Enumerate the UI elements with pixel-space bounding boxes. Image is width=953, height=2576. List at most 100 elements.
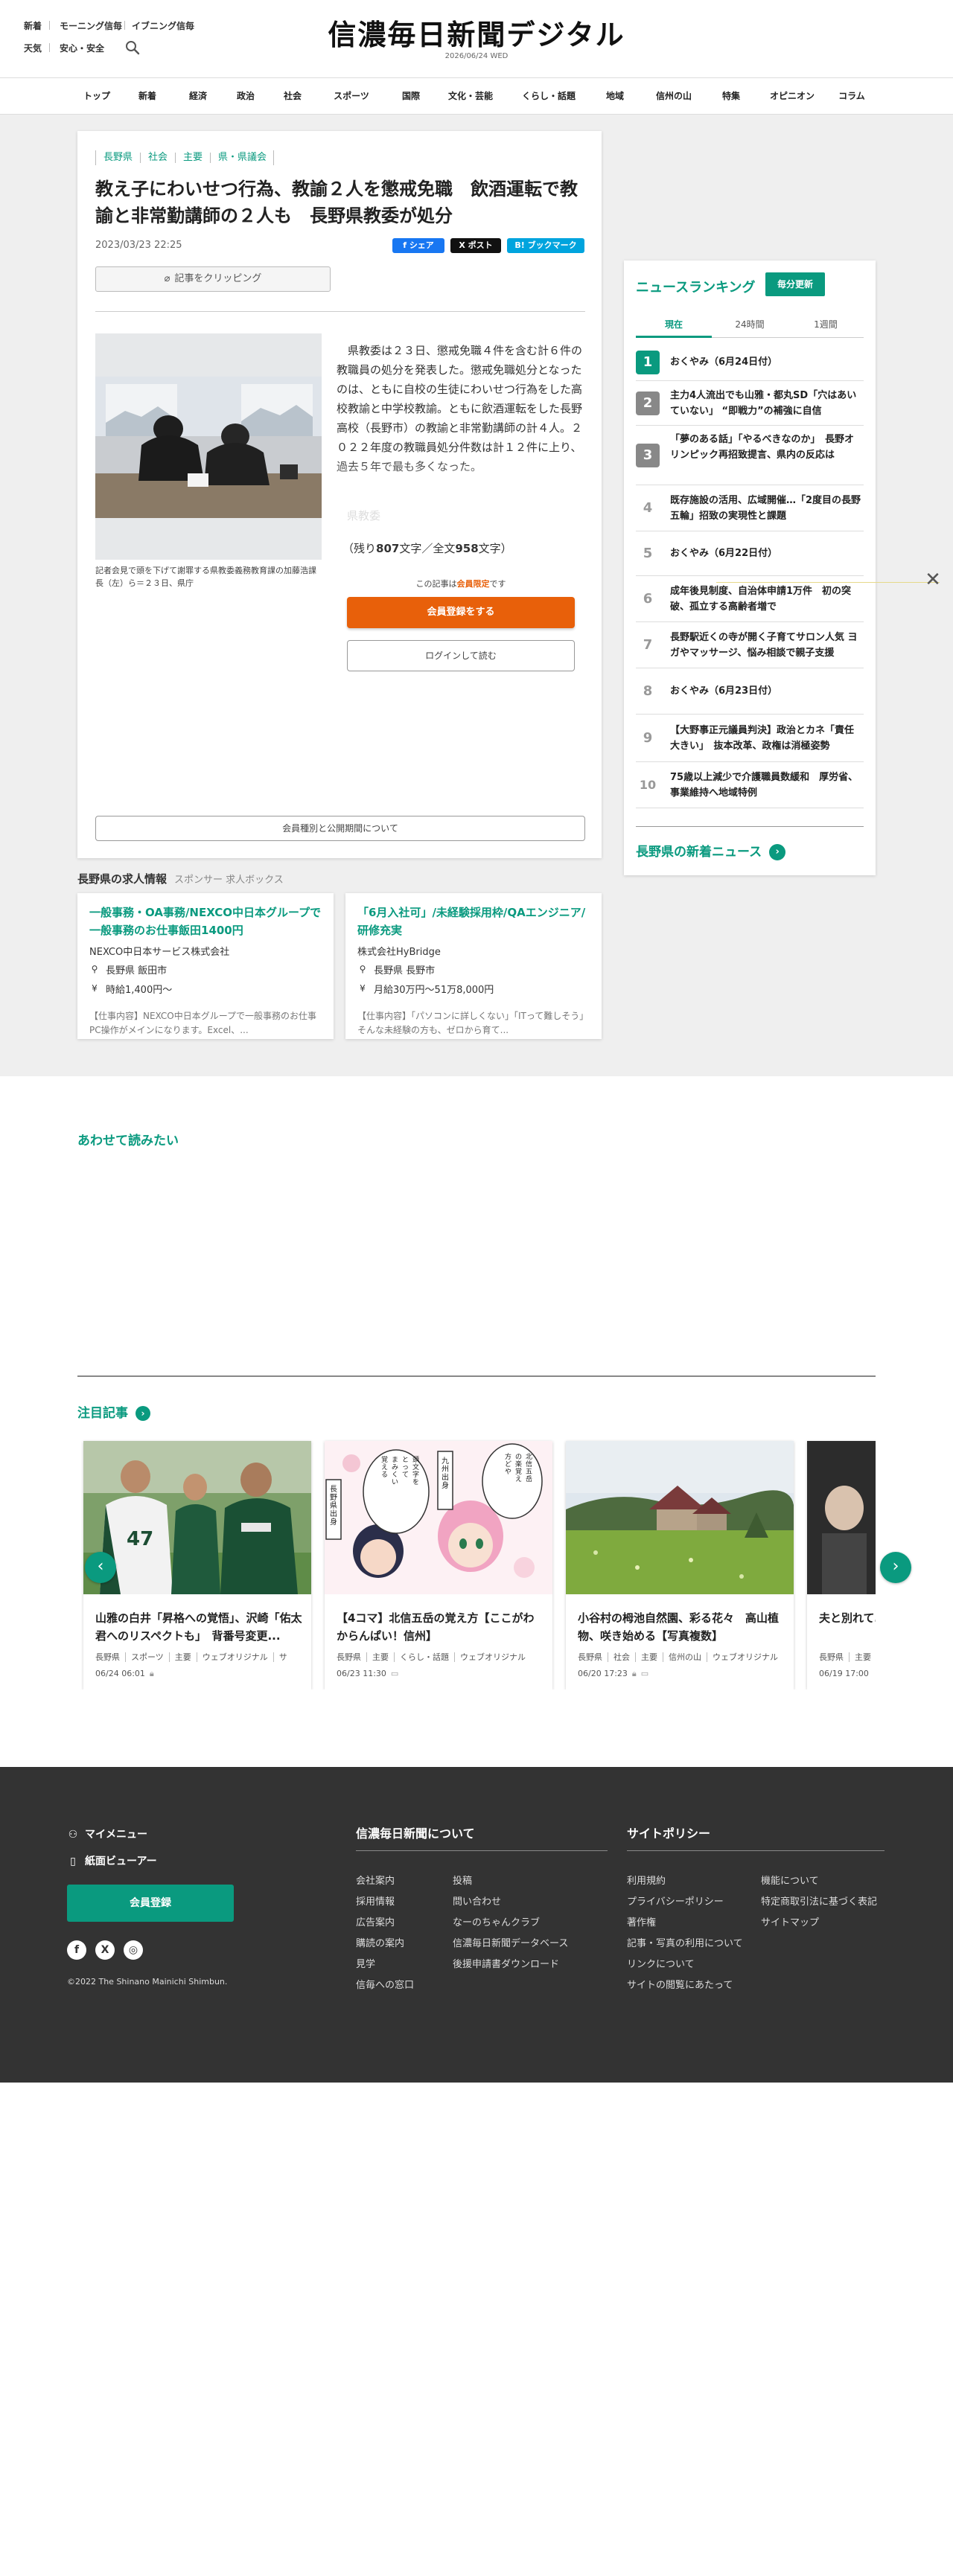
tag[interactable]: くらし・話題 [394, 1652, 454, 1662]
header-separator [124, 21, 125, 30]
footer-link[interactable]: 会社案内 [356, 1873, 395, 1887]
tag[interactable]: 長野県 [819, 1652, 849, 1662]
tag[interactable]: 主要 [168, 1652, 197, 1662]
tag[interactable]: 長野県 [337, 1652, 366, 1662]
footer-link[interactable]: 信濃毎日新聞データベース [453, 1935, 568, 1949]
footer-link[interactable]: 広告案内 [356, 1914, 395, 1928]
footer-link[interactable]: 購読の案内 [356, 1935, 404, 1949]
nav-item-sports[interactable]: スポーツ [323, 78, 380, 114]
footer-link[interactable]: サイトマップ [761, 1914, 819, 1928]
footer-register-button[interactable]: 会員登録 [67, 1885, 234, 1922]
x-icon[interactable]: X [95, 1940, 115, 1960]
ranking-item[interactable]: 7 長野駅近くの寺が開く子育てサロン人気 ヨガやマッサージ、悩み相談で親子支援 [636, 622, 864, 668]
tag[interactable]: 主要 [366, 1652, 394, 1662]
nav-item-region[interactable]: 地域 [596, 78, 634, 114]
breadcrumb-nagano[interactable]: 長野県 [95, 153, 140, 163]
tab-ranking-week[interactable]: 1週間 [788, 311, 864, 338]
tag[interactable]: 長野県 [578, 1652, 608, 1662]
header-link-safety[interactable]: 安心・安全 [60, 42, 104, 54]
ranking-item[interactable]: 2 主力4人流出でも山雅・都丸SD「穴はあいていない」 “即戦力”の補強に自信 [636, 381, 864, 426]
tag[interactable]: 長野県 [95, 1652, 125, 1662]
footer-link[interactable]: なーのちゃんクラブ [453, 1914, 540, 1928]
nav-item-economy[interactable]: 経済 [179, 78, 217, 114]
ranking-item[interactable]: 9 【大野事正元議員判決】政治とカネ「責任大きい」 抜本改革、政権は消極姿勢 [636, 715, 864, 762]
footer-link[interactable]: サイトの閲覧にあたって [627, 1977, 733, 1991]
hatena-bookmark-button[interactable]: B! ブックマーク [507, 238, 584, 253]
nav-item-culture[interactable]: 文化・芸能 [442, 78, 499, 114]
article-photo[interactable] [95, 333, 322, 560]
breadcrumb-main[interactable]: 主要 [175, 153, 210, 163]
header-link-evening[interactable]: イブニング信毎 [132, 19, 194, 32]
search-icon[interactable] [125, 40, 140, 55]
tag[interactable]: 信州の山 [663, 1652, 707, 1662]
nav-item-opinion[interactable]: オピニオン [764, 78, 820, 114]
user-icon: ⚇ [68, 1829, 78, 1841]
site-logo[interactable]: 信濃毎日新聞デジタル [328, 13, 625, 51]
carousel-next-button[interactable]: › [880, 1552, 911, 1583]
tag[interactable]: ウェブオリジナル [454, 1652, 531, 1662]
tag[interactable]: 主要 [849, 1652, 876, 1662]
ranking-item[interactable]: 6 成年後見制度、自治体申請1万件 初の突破、孤立する高齢者増で [636, 576, 864, 622]
job-card[interactable]: 一般事務・OA事務/NEXCO中日本グループで一般事務のお仕事飯田1400円 N… [77, 893, 334, 1039]
nav-item-special[interactable]: 特集 [712, 78, 750, 114]
footer-link[interactable]: プライバシーポリシー [627, 1893, 724, 1908]
footer-link[interactable]: 投稿 [453, 1873, 472, 1887]
close-icon[interactable]: ✕ [923, 570, 943, 589]
ranking-item[interactable]: 8 おくやみ（6月23日付） [636, 668, 864, 715]
tag[interactable]: サ [272, 1652, 293, 1662]
footer-viewer-link[interactable]: ▯ 紙面ビューアー [67, 1853, 156, 1868]
clip-article-button[interactable]: ⌀ 記事をクリッピング [95, 266, 331, 292]
footer-link[interactable]: 後援申請書ダウンロード [453, 1956, 559, 1970]
featured-card[interactable]: 九州出身 長野県出身 北信五岳の楽覚え方どや 頭文字をとってまみくい覚える 【4… [325, 1441, 552, 1690]
tab-ranking-24h[interactable]: 24時間 [712, 311, 788, 338]
featured-card[interactable]: 47 山雅の白井「昇格への覚悟」、沢崎「佑太君へのリスペクトも」 背番号変更..… [83, 1441, 311, 1690]
footer-link[interactable]: 信毎への窓口 [356, 1977, 414, 1991]
footer-link[interactable]: 著作権 [627, 1914, 656, 1928]
nav-item-living[interactable]: くらし・話題 [517, 78, 581, 114]
footer-link[interactable]: 問い合わせ [453, 1893, 501, 1908]
footer-link[interactable]: 特定商取引法に基づく表記 [761, 1893, 877, 1908]
instagram-icon[interactable]: ◎ [124, 1940, 143, 1960]
nav-item-column[interactable]: コラム [829, 78, 874, 114]
featured-card[interactable]: 小谷村の栂池自然園、彩る花々 高山植物、咲き始める【写真複数】 長野県 社会 主要信… [566, 1441, 794, 1690]
tab-ranking-now[interactable]: 現在 [636, 311, 712, 338]
tag[interactable]: 主要 [635, 1652, 663, 1662]
footer-link[interactable]: 採用情報 [356, 1893, 395, 1908]
ranking-item[interactable]: 4 既存施設の活用、広域開催…「2度目の長野五輪」招致の実現性と課題 [636, 485, 864, 531]
nav-item-society[interactable]: 社会 [273, 78, 312, 114]
ranking-item[interactable]: 10 75歳以上減少で介護職員数緩和 厚労省、事業維持へ地域特例 [636, 762, 864, 808]
carousel-prev-button[interactable]: ‹ [85, 1552, 116, 1583]
nav-item-international[interactable]: 国際 [392, 78, 430, 114]
breadcrumb-society[interactable]: 社会 [140, 153, 175, 163]
job-card[interactable]: 「6月入社可」/未経験採用枠/QAエンジニア/研修充実 株式会社HyBridge… [345, 893, 602, 1039]
header-link-new[interactable]: 新着 [24, 19, 42, 32]
nav-item-politics[interactable]: 政治 [226, 78, 265, 114]
footer-link[interactable]: 見学 [356, 1956, 375, 1970]
ranking-item[interactable]: 3 「夢のある話」「やるべきなのか」 長野オリンピック再招致提言、県内の反応は [636, 426, 864, 485]
membership-plans-button[interactable]: 会員種別と公開期間について [95, 816, 585, 841]
tag[interactable]: スポーツ [125, 1652, 169, 1662]
tag[interactable]: ウェブオリジナル [196, 1652, 273, 1662]
facebook-icon[interactable]: f [67, 1940, 86, 1960]
header-link-weather[interactable]: 天気 [24, 42, 42, 54]
header-link-morning[interactable]: モーニング信毎 [60, 19, 122, 32]
breadcrumb-prefecture[interactable]: 県・県議会 [210, 153, 274, 163]
footer-link[interactable]: 機能について [761, 1873, 819, 1887]
footer-link[interactable]: 利用規約 [627, 1873, 666, 1887]
register-button[interactable]: 会員登録をする [347, 597, 575, 628]
ranking-item[interactable]: 5 おくやみ（6月22日付） [636, 531, 864, 576]
x-post-button[interactable]: X ポスト [450, 238, 501, 253]
featured-card[interactable]: 夫と別れて…は 交錯し... 長野県主要 06/19 17:00 [807, 1441, 876, 1690]
tag[interactable]: 社会 [608, 1652, 635, 1662]
footer-link[interactable]: リンクについて [627, 1956, 695, 1970]
nagano-news-link[interactable]: 長野県の新着ニュース › [636, 841, 786, 860]
footer-mymenu-link[interactable]: ⚇ マイメニュー [67, 1826, 147, 1841]
login-button[interactable]: ログインして読む [347, 640, 575, 671]
nav-item-mountains[interactable]: 信州の山 [648, 78, 700, 114]
footer-link[interactable]: 記事・写真の利用について [627, 1935, 743, 1949]
facebook-share-button[interactable]: f シェア [392, 238, 444, 253]
nav-item-top[interactable]: トップ [77, 78, 116, 114]
nav-item-new[interactable]: 新着 [128, 78, 167, 114]
tag[interactable]: ウェブオリジナル [707, 1652, 783, 1662]
ranking-item[interactable]: 1 おくやみ（6月24日付） [636, 344, 864, 381]
